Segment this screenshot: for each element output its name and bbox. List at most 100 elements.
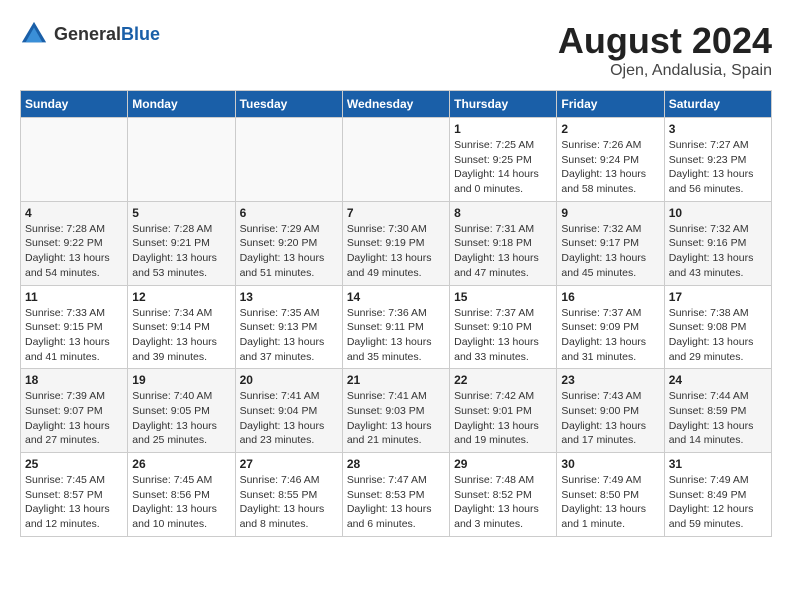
day-number: 30 (561, 457, 659, 471)
calendar-cell: 17Sunrise: 7:38 AM Sunset: 9:08 PM Dayli… (664, 285, 771, 369)
day-info: Sunrise: 7:26 AM Sunset: 9:24 PM Dayligh… (561, 138, 659, 197)
calendar-cell: 14Sunrise: 7:36 AM Sunset: 9:11 PM Dayli… (342, 285, 449, 369)
calendar-cell: 30 Sunrise: 7:49 AM Sunset: 8:50 PM Dayli… (557, 453, 664, 537)
day-number: 9 (561, 206, 659, 220)
calendar-cell (235, 118, 342, 202)
day-number: 13 (240, 290, 338, 304)
page-header: GeneralBlue August 2024 Ojen, Andalusia,… (20, 20, 772, 80)
location: Ojen, Andalusia, Spain (558, 62, 772, 80)
day-number: 31 (669, 457, 767, 471)
day-number: 26 (132, 457, 230, 471)
day-number: 18 (25, 373, 123, 387)
logo: GeneralBlue (20, 20, 160, 48)
calendar-cell: 20Sunrise: 7:41 AM Sunset: 9:04 PM Dayli… (235, 369, 342, 453)
calendar-cell: 15Sunrise: 7:37 AM Sunset: 9:10 PM Dayli… (450, 285, 557, 369)
day-info: Sunrise: 7:37 AM Sunset: 9:09 PM Dayligh… (561, 306, 659, 365)
day-number: 6 (240, 206, 338, 220)
calendar-cell: 23Sunrise: 7:43 AM Sunset: 9:00 PM Dayli… (557, 369, 664, 453)
day-number: 21 (347, 373, 445, 387)
logo-blue: Blue (121, 24, 160, 44)
day-number: 3 (669, 122, 767, 136)
weekday-header-saturday: Saturday (664, 91, 771, 118)
calendar-cell: 10 Sunrise: 7:32 AM Sunset: 9:16 PM Dayli… (664, 201, 771, 285)
day-number: 5 (132, 206, 230, 220)
day-info: Sunrise: 7:28 AM Sunset: 9:21 PM Dayligh… (132, 222, 230, 281)
day-number: 23 (561, 373, 659, 387)
calendar-cell: 12 Sunrise: 7:34 AM Sunset: 9:14 PM Dayli… (128, 285, 235, 369)
weekday-header-friday: Friday (557, 91, 664, 118)
calendar-cell: 1 Sunrise: 7:25 AM Sunset: 9:25 PM Daylig… (450, 118, 557, 202)
calendar-cell: 3 Sunrise: 7:27 AM Sunset: 9:23 PM Daylig… (664, 118, 771, 202)
day-info: Sunrise: 7:49 AM Sunset: 8:49 PM Dayligh… (669, 473, 767, 532)
calendar-week-row: 11 Sunrise: 7:33 AM Sunset: 9:15 PM Dayli… (21, 285, 772, 369)
day-info: Sunrise: 7:34 AM Sunset: 9:14 PM Dayligh… (132, 306, 230, 365)
day-number: 11 (25, 290, 123, 304)
day-number: 29 (454, 457, 552, 471)
day-info: Sunrise: 7:32 AM Sunset: 9:17 PM Dayligh… (561, 222, 659, 281)
day-info: Sunrise: 7:41 AM Sunset: 9:03 PM Dayligh… (347, 389, 445, 448)
day-number: 16 (561, 290, 659, 304)
day-info: Sunrise: 7:30 AM Sunset: 9:19 PM Dayligh… (347, 222, 445, 281)
logo-icon (20, 20, 48, 48)
calendar-cell: 18Sunrise: 7:39 AM Sunset: 9:07 PM Dayli… (21, 369, 128, 453)
calendar-cell: 2Sunrise: 7:26 AM Sunset: 9:24 PM Daylig… (557, 118, 664, 202)
day-info: Sunrise: 7:45 AM Sunset: 8:57 PM Dayligh… (25, 473, 123, 532)
day-info: Sunrise: 7:45 AM Sunset: 8:56 PM Dayligh… (132, 473, 230, 532)
calendar-week-row: 25Sunrise: 7:45 AM Sunset: 8:57 PM Dayli… (21, 453, 772, 537)
day-number: 19 (132, 373, 230, 387)
weekday-header-wednesday: Wednesday (342, 91, 449, 118)
day-info: Sunrise: 7:32 AM Sunset: 9:16 PM Dayligh… (669, 222, 767, 281)
calendar-cell: 4 Sunrise: 7:28 AM Sunset: 9:22 PM Daylig… (21, 201, 128, 285)
day-number: 10 (669, 206, 767, 220)
day-number: 12 (132, 290, 230, 304)
day-info: Sunrise: 7:31 AM Sunset: 9:18 PM Dayligh… (454, 222, 552, 281)
day-info: Sunrise: 7:48 AM Sunset: 8:52 PM Dayligh… (454, 473, 552, 532)
calendar-cell: 29 Sunrise: 7:48 AM Sunset: 8:52 PM Dayli… (450, 453, 557, 537)
day-info: Sunrise: 7:46 AM Sunset: 8:55 PM Dayligh… (240, 473, 338, 532)
calendar-cell: 28 Sunrise: 7:47 AM Sunset: 8:53 PM Dayli… (342, 453, 449, 537)
day-number: 8 (454, 206, 552, 220)
weekday-header-tuesday: Tuesday (235, 91, 342, 118)
day-number: 7 (347, 206, 445, 220)
day-info: Sunrise: 7:42 AM Sunset: 9:01 PM Dayligh… (454, 389, 552, 448)
day-info: Sunrise: 7:35 AM Sunset: 9:13 PM Dayligh… (240, 306, 338, 365)
day-info: Sunrise: 7:27 AM Sunset: 9:23 PM Dayligh… (669, 138, 767, 197)
day-info: Sunrise: 7:40 AM Sunset: 9:05 PM Dayligh… (132, 389, 230, 448)
calendar: SundayMondayTuesdayWednesdayThursdayFrid… (20, 90, 772, 537)
calendar-cell: 26 Sunrise: 7:45 AM Sunset: 8:56 PM Dayli… (128, 453, 235, 537)
calendar-cell: 16 Sunrise: 7:37 AM Sunset: 9:09 PM Dayli… (557, 285, 664, 369)
title-area: August 2024 Ojen, Andalusia, Spain (558, 20, 772, 80)
day-info: Sunrise: 7:44 AM Sunset: 8:59 PM Dayligh… (669, 389, 767, 448)
month-year: August 2024 (558, 20, 772, 62)
day-info: Sunrise: 7:49 AM Sunset: 8:50 PM Dayligh… (561, 473, 659, 532)
weekday-header-sunday: Sunday (21, 91, 128, 118)
calendar-cell: 9 Sunrise: 7:32 AM Sunset: 9:17 PM Daylig… (557, 201, 664, 285)
calendar-week-row: 4 Sunrise: 7:28 AM Sunset: 9:22 PM Daylig… (21, 201, 772, 285)
day-number: 4 (25, 206, 123, 220)
day-info: Sunrise: 7:41 AM Sunset: 9:04 PM Dayligh… (240, 389, 338, 448)
day-info: Sunrise: 7:28 AM Sunset: 9:22 PM Dayligh… (25, 222, 123, 281)
day-number: 1 (454, 122, 552, 136)
weekday-header-thursday: Thursday (450, 91, 557, 118)
day-info: Sunrise: 7:25 AM Sunset: 9:25 PM Dayligh… (454, 138, 552, 197)
calendar-cell: 8 Sunrise: 7:31 AM Sunset: 9:18 PM Daylig… (450, 201, 557, 285)
day-number: 27 (240, 457, 338, 471)
calendar-cell: 7 Sunrise: 7:30 AM Sunset: 9:19 PM Daylig… (342, 201, 449, 285)
day-info: Sunrise: 7:47 AM Sunset: 8:53 PM Dayligh… (347, 473, 445, 532)
calendar-cell (342, 118, 449, 202)
day-number: 17 (669, 290, 767, 304)
calendar-week-row: 1 Sunrise: 7:25 AM Sunset: 9:25 PM Daylig… (21, 118, 772, 202)
day-info: Sunrise: 7:37 AM Sunset: 9:10 PM Dayligh… (454, 306, 552, 365)
calendar-cell (21, 118, 128, 202)
day-info: Sunrise: 7:36 AM Sunset: 9:11 PM Dayligh… (347, 306, 445, 365)
calendar-cell: 11 Sunrise: 7:33 AM Sunset: 9:15 PM Dayli… (21, 285, 128, 369)
calendar-cell: 13 Sunrise: 7:35 AM Sunset: 9:13 PM Dayli… (235, 285, 342, 369)
logo-text: GeneralBlue (54, 24, 160, 45)
weekday-header-row: SundayMondayTuesdayWednesdayThursdayFrid… (21, 91, 772, 118)
calendar-week-row: 18Sunrise: 7:39 AM Sunset: 9:07 PM Dayli… (21, 369, 772, 453)
day-info: Sunrise: 7:29 AM Sunset: 9:20 PM Dayligh… (240, 222, 338, 281)
day-info: Sunrise: 7:33 AM Sunset: 9:15 PM Dayligh… (25, 306, 123, 365)
day-number: 28 (347, 457, 445, 471)
day-number: 22 (454, 373, 552, 387)
calendar-cell: 25Sunrise: 7:45 AM Sunset: 8:57 PM Dayli… (21, 453, 128, 537)
